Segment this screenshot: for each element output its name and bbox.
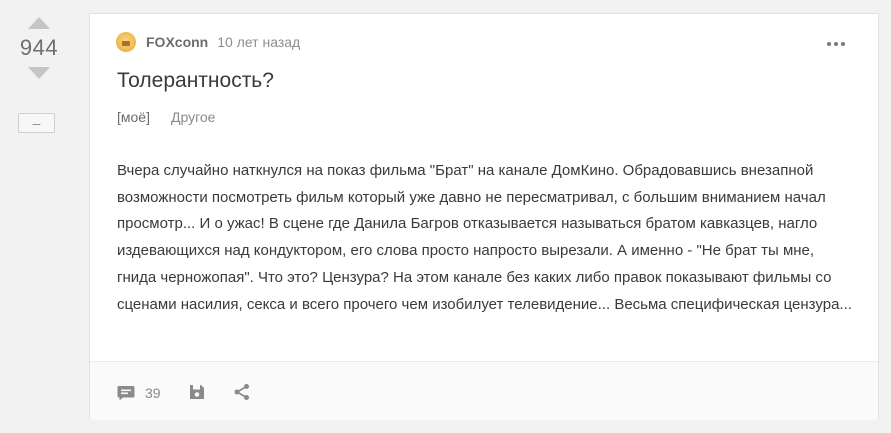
post-header: FOXconn 10 лет назад xyxy=(116,32,300,52)
post-tags: [моё] Другое xyxy=(117,109,215,125)
upvote-arrow-icon[interactable] xyxy=(28,17,50,29)
post-time: 10 лет назад xyxy=(217,34,301,50)
share-icon xyxy=(233,383,251,401)
post-content: Вчера случайно наткнулся на показ фильма… xyxy=(117,162,852,313)
comments-button[interactable]: 39 xyxy=(116,383,161,403)
post-card: FOXconn 10 лет назад Толерантность? [моё… xyxy=(89,13,879,420)
collapse-button[interactable]: – xyxy=(18,113,55,133)
comment-icon xyxy=(116,383,136,403)
tag-mine[interactable]: [моё] xyxy=(117,109,150,125)
tag-other[interactable]: Другое xyxy=(171,109,215,125)
dot xyxy=(827,42,831,46)
rating-count: 944 xyxy=(19,35,59,60)
post-footer: 39 xyxy=(90,361,878,420)
avatar[interactable] xyxy=(116,32,136,52)
rating-column: 944 xyxy=(14,12,64,79)
dot xyxy=(841,42,845,46)
downvote-arrow-icon[interactable] xyxy=(28,67,50,79)
more-dots-icon[interactable] xyxy=(827,42,845,46)
post-page: 944 – FOXconn 10 лет назад Толерантность… xyxy=(0,0,891,433)
save-icon xyxy=(188,383,206,401)
dot xyxy=(834,42,838,46)
share-button[interactable] xyxy=(233,383,251,401)
author-name[interactable]: FOXconn xyxy=(146,34,208,50)
comments-count: 39 xyxy=(145,385,161,401)
save-button[interactable] xyxy=(188,383,206,401)
post-title[interactable]: Толерантность? xyxy=(117,69,274,93)
